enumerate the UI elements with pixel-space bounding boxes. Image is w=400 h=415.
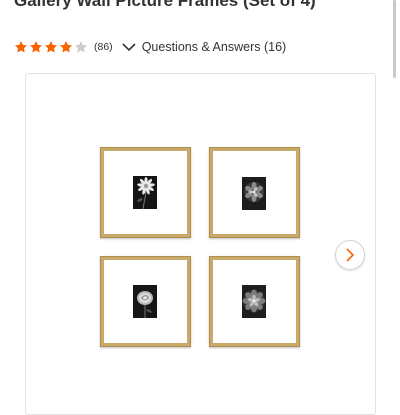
page-scrollbar[interactable] xyxy=(393,0,396,78)
picture-frame xyxy=(100,147,191,238)
picture-frame xyxy=(209,147,300,238)
chevron-down-icon[interactable] xyxy=(122,42,136,52)
rose-photo xyxy=(133,285,157,318)
review-count[interactable]: (86) xyxy=(94,41,113,53)
star-filled-icon xyxy=(29,41,43,53)
chevron-right-icon xyxy=(346,248,355,262)
star-rating[interactable] xyxy=(14,40,89,54)
star-filled-icon xyxy=(44,41,58,53)
star-filled-icon xyxy=(59,41,73,53)
next-image-button[interactable] xyxy=(335,240,365,270)
daisy-photo xyxy=(133,176,157,209)
product-image-gallery xyxy=(25,73,376,415)
questions-answers-link[interactable]: Questions & Answers (16) xyxy=(142,40,287,54)
succulent-photo xyxy=(242,285,266,318)
product-title: Gallery Wall Picture Frames (Set of 4) xyxy=(14,0,316,10)
picture-frame xyxy=(209,256,300,347)
picture-frame xyxy=(100,256,191,347)
succulent-photo xyxy=(242,177,266,210)
star-filled-icon xyxy=(14,41,28,53)
star-empty-icon xyxy=(74,41,88,53)
rating-row: (86) Questions & Answers (16) xyxy=(14,38,286,56)
